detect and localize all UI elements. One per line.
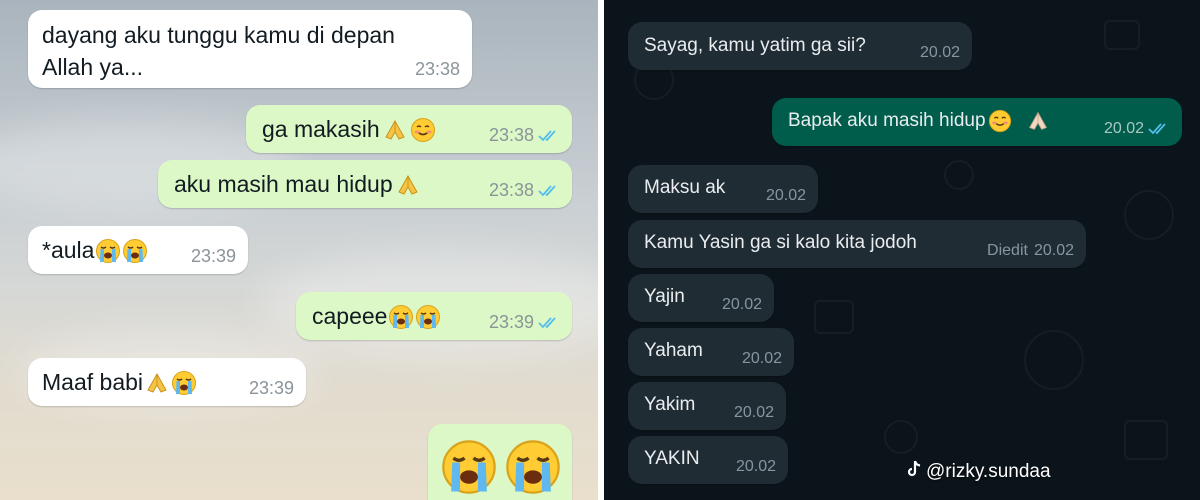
incoming-message[interactable]: dayang aku tunggu kamu di depan Allah ya… — [28, 10, 472, 88]
outgoing-message[interactable]: capeee 23:39 — [296, 292, 572, 340]
message-body: Maaf babi — [42, 369, 197, 396]
outgoing-message[interactable]: ga makasih 23:38 — [246, 105, 572, 153]
right-chat-panel: Sayag, kamu yatim ga sii? 20.02 Bapak ak… — [604, 0, 1200, 500]
double-check-icon — [538, 316, 560, 330]
message-meta: 20.02 — [722, 296, 762, 314]
message-time: 23:38 — [414, 59, 460, 79]
wallpaper-doodle — [1124, 420, 1168, 460]
message-body: capeee — [312, 303, 441, 330]
message-text: Yajin — [644, 286, 685, 307]
folded-hands-emoji — [1026, 109, 1050, 133]
message-text: dayang aku tunggu kamu di depan — [42, 22, 395, 48]
message-text: Yakim — [644, 394, 696, 415]
wallpaper-doodle — [944, 160, 974, 190]
message-meta: 23:38 — [415, 59, 460, 80]
message-time: 20.02 — [765, 187, 806, 204]
message-meta: 20.02 — [920, 44, 960, 62]
message-text: Kamu Yasin ga si kalo kita jodoh — [644, 232, 917, 253]
message-meta: 20.02 — [766, 187, 806, 205]
double-check-icon — [538, 129, 560, 143]
watermark: @rizky.sundaa — [906, 460, 1051, 484]
outgoing-message[interactable]: aku masih mau hidup 23:38 — [158, 160, 572, 208]
edited-label: Diedit — [987, 242, 1028, 259]
message-text: Yaham — [644, 340, 703, 361]
message-body: aku masih mau hidup — [174, 171, 421, 198]
message-text: capeee — [312, 303, 388, 329]
message-text: Bapak aku masih hidup — [788, 110, 986, 131]
loudly-crying-face-emoji — [415, 304, 441, 330]
smiling-face-emoji — [410, 117, 436, 143]
message-meta: Diedit 20.02 — [987, 242, 1074, 260]
loudly-crying-face-emoji — [440, 438, 498, 496]
message-time: 20.02 — [1103, 120, 1144, 137]
left-chat-panel: dayang aku tunggu kamu di depan Allah ya… — [0, 0, 598, 500]
message-text: Sayag, kamu yatim ga sii? — [644, 35, 866, 56]
outgoing-message[interactable]: Bapak aku masih hidup 20.02 — [772, 98, 1182, 146]
incoming-message[interactable]: *aula 23:39 — [28, 226, 248, 274]
incoming-message[interactable]: Kamu Yasin ga si kalo kita jodoh Diedit … — [628, 220, 1086, 268]
double-check-icon — [1148, 122, 1170, 136]
wallpaper-doodle — [1024, 330, 1084, 390]
incoming-message[interactable]: Yajin 20.02 — [628, 274, 774, 322]
message-body: ga makasih — [262, 116, 436, 143]
message-meta: 23:39 — [489, 312, 560, 333]
wallpaper-doodle — [884, 420, 918, 454]
incoming-message[interactable]: Yakim 20.02 — [628, 382, 786, 430]
message-time: 20.02 — [721, 296, 762, 313]
message-meta: 23:39 — [249, 378, 294, 399]
message-time: 23:39 — [488, 312, 534, 332]
wallpaper-doodle — [1124, 190, 1174, 240]
message-body: *aula — [42, 237, 148, 264]
message-text: *aula — [42, 237, 95, 263]
message-time: 23:38 — [488, 180, 534, 200]
message-meta: 20.02 — [734, 404, 774, 422]
message-time: 23:39 — [248, 378, 294, 398]
message-time: 23:39 — [190, 246, 236, 266]
smiling-face-emoji — [988, 109, 1012, 133]
message-text: ga makasih — [262, 116, 380, 142]
message-time: 20.02 — [919, 44, 960, 61]
message-meta: 23:38 — [489, 125, 560, 146]
loudly-crying-face-emoji — [95, 238, 121, 264]
wallpaper-doodle — [1104, 20, 1140, 50]
incoming-message[interactable]: Sayag, kamu yatim ga sii? 20.02 — [628, 22, 972, 70]
message-text: Maksu ak — [644, 177, 726, 198]
incoming-message[interactable]: YAKIN 20.02 — [628, 436, 788, 484]
message-time: 23:38 — [488, 125, 534, 145]
loudly-crying-face-emoji — [504, 438, 562, 496]
message-text: Maaf babi — [42, 369, 144, 395]
tiktok-icon — [906, 460, 922, 484]
message-meta: 20.02 — [1104, 120, 1170, 138]
folded-hands-emoji — [395, 172, 421, 198]
message-body: Bapak aku masih hidup — [788, 109, 1050, 133]
message-time: 20.02 — [1033, 242, 1074, 259]
message-meta: 20.02 — [742, 350, 782, 368]
incoming-message[interactable]: Maaf babi 23:39 — [28, 358, 306, 406]
loudly-crying-face-emoji — [171, 370, 197, 396]
incoming-message[interactable]: Yaham 20.02 — [628, 328, 794, 376]
message-body — [440, 438, 562, 496]
watermark-handle: @rizky.sundaa — [926, 461, 1051, 482]
double-check-icon — [538, 184, 560, 198]
folded-hands-emoji — [382, 117, 408, 143]
message-meta: 20.02 — [736, 458, 776, 476]
message-meta: 23:38 — [489, 180, 560, 201]
loudly-crying-face-emoji — [122, 238, 148, 264]
wallpaper-doodle — [814, 300, 854, 334]
message-time: 20.02 — [735, 458, 776, 475]
outgoing-emoji-message[interactable] — [428, 424, 572, 500]
folded-hands-emoji — [144, 370, 170, 396]
incoming-message[interactable]: Maksu ak 20.02 — [628, 165, 818, 213]
message-text: aku masih mau hidup — [174, 171, 393, 197]
message-meta: 23:39 — [191, 246, 236, 267]
message-time: 20.02 — [741, 350, 782, 367]
loudly-crying-face-emoji — [388, 304, 414, 330]
message-text: Allah ya... — [42, 54, 143, 80]
message-text: YAKIN — [644, 448, 700, 469]
message-time: 20.02 — [733, 404, 774, 421]
